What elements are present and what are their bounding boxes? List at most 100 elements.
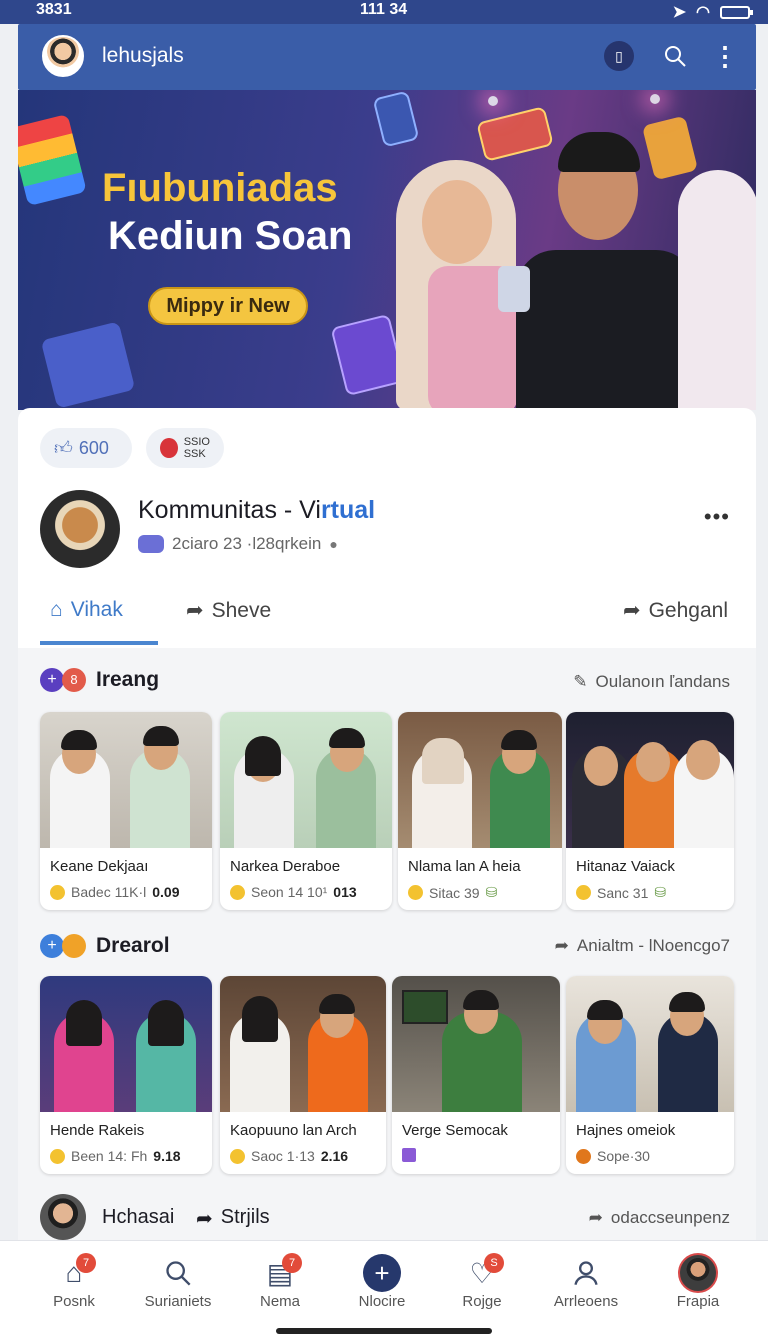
home-indicator[interactable] [276, 1328, 492, 1334]
section-link-label: Oulanoın ľandans [595, 672, 730, 691]
tile-stat-text: Sope·30 [597, 1148, 650, 1164]
video-tile[interactable]: Nlama lan A heia Sitac 39 ⛁ [398, 712, 562, 910]
section-link[interactable]: ✎ Oulanoın ľandans [573, 672, 730, 692]
more-horizontal-icon[interactable]: ••• [704, 504, 730, 530]
tile-title: Hende Rakeis [50, 1122, 145, 1139]
video-tile[interactable]: Narkea Deraboe Seon 14 10¹ 013 [220, 712, 392, 910]
video-tile[interactable]: Verge Semocak [392, 976, 560, 1174]
tab-home[interactable]: ⌂ Vihak [50, 598, 123, 622]
tile-stats: Saoc 1·13 2.16 [230, 1148, 348, 1164]
like-count: 600 [78, 437, 109, 458]
wifi-icon: ◠ [696, 4, 710, 21]
people-icon: ⛁ [485, 884, 498, 900]
section-badges: + [40, 934, 86, 958]
emoji-icon [50, 1148, 65, 1164]
tile-stats: Sanc 31 ⛁ [576, 884, 666, 901]
section-header: + 8 Ireang [40, 668, 159, 692]
badge-line-2: SSK [183, 448, 206, 460]
share-icon: ➦ [554, 936, 569, 955]
phone-icon [498, 266, 530, 312]
video-tile[interactable]: Keane Dekjaaı Badec 11K·l 0.09 [40, 712, 212, 910]
section-header: + Drearol [40, 934, 170, 958]
tile-stat-text: Sitac 39 [429, 884, 480, 901]
tile-title: Hajnes omeiok [576, 1122, 676, 1139]
nav-item-create[interactable]: + Nlocire [332, 1253, 432, 1310]
status-left-text: 3831 [36, 1, 72, 18]
video-tile[interactable]: Kaopuuno lan Arch Saoc 1·13 2.16 [220, 976, 386, 1174]
person-hair [587, 1000, 623, 1020]
peek-share-button[interactable]: ➦ Strjils [196, 1206, 270, 1231]
emoji-icon [576, 1148, 591, 1164]
video-tile[interactable]: Hende Rakeis Been 14: Fh 9.18 [40, 976, 212, 1174]
post-title-plain: Kommunitas - Vi [138, 496, 321, 524]
user-avatar[interactable] [40, 1194, 86, 1240]
tile-stat-value: 013 [333, 884, 357, 900]
cards-decoration-icon [18, 113, 87, 207]
person-hijab [422, 738, 464, 784]
tile-stat-text: Sanc 31 [597, 884, 649, 901]
section-ireang: + 8 Ireang ✎ Oulanoın ľandans Keane Dekj… [18, 648, 756, 920]
video-tile[interactable]: Hajnes omeiok Sope·30 [566, 976, 734, 1174]
person-hair [319, 994, 355, 1014]
nav-item-document[interactable]: ▤ 7 Nema [230, 1253, 330, 1310]
thumbs-up-icon: 👍︎ [54, 438, 73, 458]
person-background-figure [678, 170, 756, 410]
tile-title: Keane Dekjaaı [50, 858, 149, 875]
tile-image [40, 712, 212, 848]
nav-item-search[interactable]: Surianiets [128, 1253, 228, 1310]
badge-chip[interactable]: SSIO SSK [146, 428, 224, 468]
hero-cta-button[interactable]: Mippy ir New [148, 287, 308, 325]
tile-stats: Sope·30 [576, 1148, 650, 1164]
peek-link[interactable]: ➦ odaccseunpenz [589, 1208, 730, 1228]
nav-item-profile[interactable]: Frapia [648, 1253, 748, 1310]
tab-home-label: Vihak [70, 598, 123, 621]
nav-item-people[interactable]: Arrleoens [536, 1253, 636, 1310]
nav-label: Rojge [462, 1293, 502, 1310]
hero-subheadline: Kediun Soan [108, 214, 353, 258]
tile-stat-text: Saoc 1·13 [251, 1148, 315, 1164]
person-black-shirt [516, 250, 696, 410]
hero-banner[interactable]: Fıubuniadas Kediun Soan Mippy ir New [18, 90, 756, 410]
section-drearol: + Drearol ➦ Anialtm - lNoencgo7 Hende Ra… [18, 920, 756, 1192]
post-thumbnail[interactable] [40, 490, 120, 568]
tile-image [398, 712, 562, 848]
globe-icon: ● [329, 536, 338, 552]
person-icon [536, 1253, 636, 1293]
tile-title: Kaopuuno lan Arch [230, 1122, 357, 1139]
search-icon[interactable] [660, 41, 690, 71]
share-icon: ➦ [622, 599, 641, 622]
share-icon: ➦ [588, 1208, 603, 1227]
like-chip[interactable]: 👍︎ 600 [40, 428, 132, 468]
person-hair [61, 730, 97, 750]
peek-link-label: odaccseunpenz [610, 1208, 730, 1227]
person-hair [242, 996, 278, 1042]
status-bar: 3831 111 34 ➤ ◠ [0, 0, 768, 24]
tab-right[interactable]: ➦ Gehganl [623, 598, 728, 623]
nav-label: Surianiets [144, 1293, 212, 1310]
video-tile[interactable]: Hitanaz Vaiack Sanc 31 ⛁ [566, 712, 734, 910]
post-meta: 2ciaro 23 ·l28qrkein ● [138, 534, 338, 554]
notification-badge: 7 [76, 1253, 96, 1273]
search-icon [128, 1253, 228, 1293]
more-vertical-icon[interactable]: ⋮ [710, 41, 740, 71]
hero-headline: Fıubuniadas [102, 166, 338, 210]
tile-title: Nlama lan A heia [408, 858, 521, 875]
tile-image [40, 976, 212, 1112]
nav-item-home[interactable]: ⌂ 7 Posnk [24, 1253, 124, 1310]
section-title: Drearol [96, 934, 170, 957]
peek-name[interactable]: Hchasai [102, 1206, 174, 1229]
person-hair [669, 992, 705, 1012]
tag-icon [138, 535, 164, 553]
box-icon[interactable]: ▯ [604, 41, 634, 71]
stage-light [488, 96, 498, 106]
nav-item-likes[interactable]: ♡ S Rojge [432, 1253, 532, 1310]
profile-avatar[interactable] [42, 35, 84, 77]
nav-label: Posnk [53, 1293, 95, 1310]
home-icon: ⌂ [50, 598, 63, 621]
person-hair [501, 730, 537, 750]
tile-stats [402, 1148, 422, 1162]
section-link[interactable]: ➦ Anialtm - lNoencgo7 [555, 936, 730, 956]
post-title[interactable]: Kommunitas - Virtual [138, 496, 375, 525]
share-icon: ➦ [196, 1208, 213, 1230]
tab-share[interactable]: ➦ Sheve [186, 598, 271, 623]
